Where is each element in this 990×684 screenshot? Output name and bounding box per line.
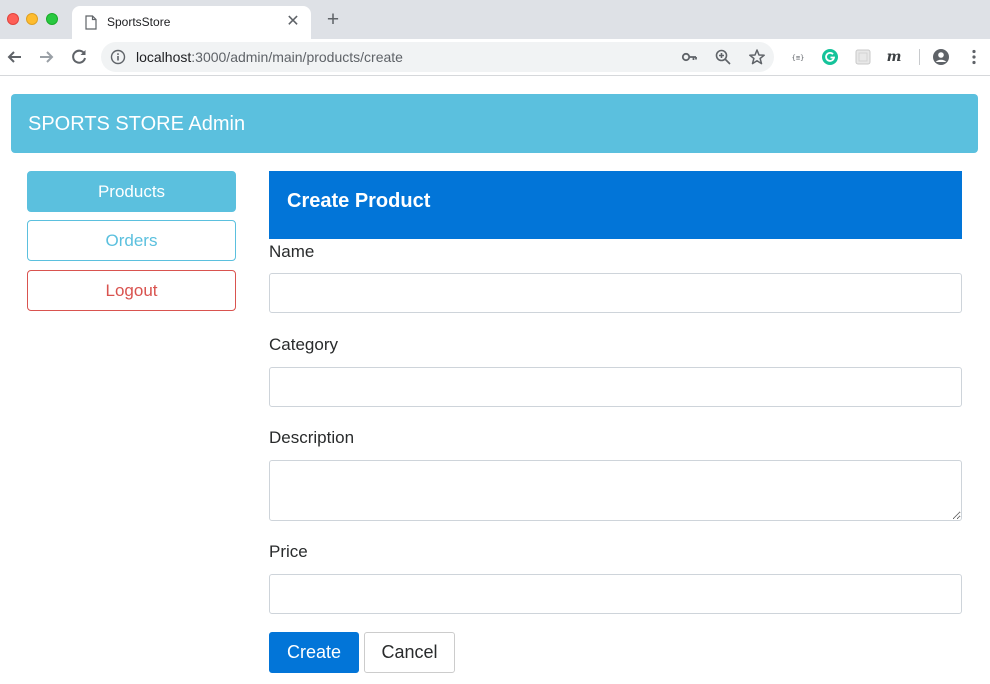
- form-title: Create Product: [287, 190, 431, 212]
- form-header: Create Product: [269, 171, 962, 239]
- orders-button[interactable]: Orders: [27, 220, 236, 261]
- description-label: Description: [269, 428, 355, 447]
- new-tab-button[interactable]: +: [324, 9, 342, 30]
- json-extension-icon[interactable]: {≡}: [789, 48, 807, 66]
- description-textarea[interactable]: [269, 460, 962, 521]
- toolbar-divider: [919, 49, 920, 65]
- back-arrow-icon[interactable]: [4, 46, 26, 68]
- tab-close-icon[interactable]: ✕: [285, 13, 301, 30]
- forward-arrow-icon[interactable]: [35, 46, 57, 68]
- address-bar[interactable]: localhost:3000/admin/main/products/creat…: [101, 42, 774, 72]
- svg-text:m: m: [887, 49, 902, 65]
- url-text[interactable]: localhost:3000/admin/main/products/creat…: [136, 49, 403, 65]
- close-window-button[interactable]: [7, 13, 19, 25]
- tab-title: SportsStore: [107, 15, 171, 29]
- info-icon[interactable]: [110, 49, 126, 65]
- price-input[interactable]: [269, 574, 962, 614]
- grammarly-icon[interactable]: [821, 48, 839, 66]
- svg-text:{≡}: {≡}: [792, 54, 805, 62]
- page-icon: [85, 15, 97, 30]
- admin-header: SPORTS STORE Admin: [11, 94, 978, 153]
- admin-title: SPORTS STORE Admin: [28, 113, 246, 135]
- cancel-button[interactable]: Cancel: [364, 632, 455, 673]
- browser-toolbar: localhost:3000/admin/main/products/creat…: [0, 39, 990, 76]
- create-button[interactable]: Create: [269, 632, 359, 673]
- key-icon[interactable]: [680, 48, 698, 66]
- url-host: localhost: [136, 49, 192, 65]
- reload-icon[interactable]: [68, 46, 90, 68]
- category-input[interactable]: [269, 367, 962, 407]
- category-label: Category: [269, 335, 338, 354]
- url-path: :3000/admin/main/products/create: [191, 49, 403, 65]
- browser-tab-bar: SportsStore ✕ +: [0, 0, 990, 39]
- logout-button[interactable]: Logout: [27, 270, 236, 311]
- products-button[interactable]: Products: [27, 171, 236, 212]
- menu-icon[interactable]: [965, 48, 983, 66]
- minimize-window-button[interactable]: [26, 13, 38, 25]
- name-label: Name: [269, 242, 315, 261]
- zoom-icon[interactable]: [714, 48, 732, 66]
- browser-tab[interactable]: SportsStore ✕: [72, 6, 311, 39]
- extension-icon[interactable]: [854, 48, 872, 66]
- star-icon[interactable]: [748, 48, 766, 66]
- account-icon[interactable]: [932, 48, 950, 66]
- maximize-window-button[interactable]: [46, 13, 58, 25]
- price-label: Price: [269, 542, 308, 561]
- name-input[interactable]: [269, 273, 962, 313]
- m-extension-icon[interactable]: m: [885, 48, 903, 66]
